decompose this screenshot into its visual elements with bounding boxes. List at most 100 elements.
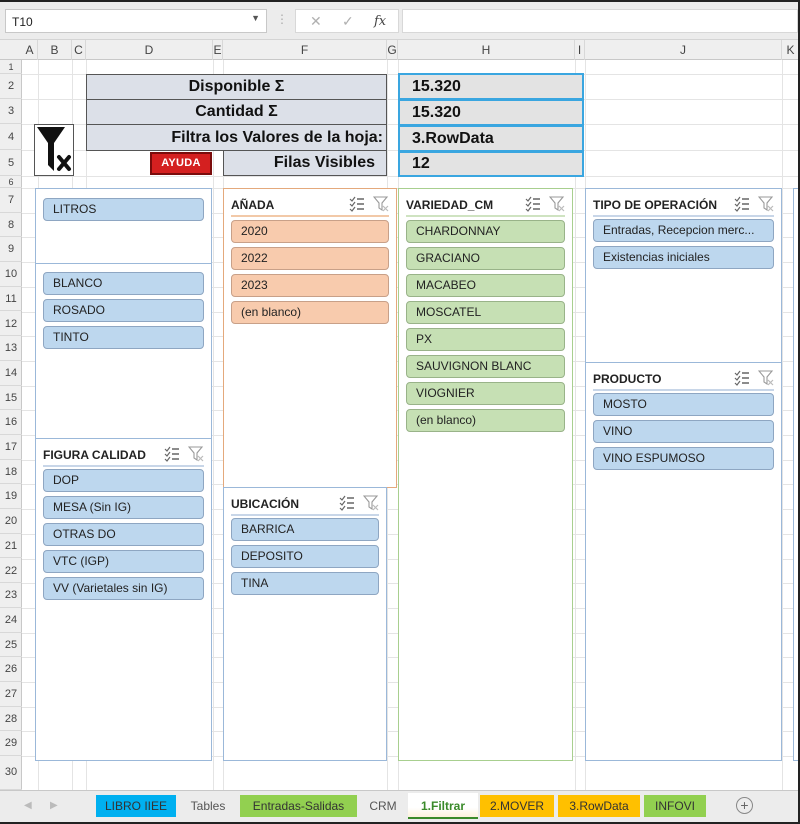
row-header[interactable]: 29 — [0, 731, 22, 757]
insert-function-icon[interactable]: fx — [374, 14, 386, 29]
column-header[interactable]: F — [223, 40, 387, 60]
column-header[interactable]: K — [782, 40, 798, 60]
slicer-item[interactable]: BARRICA — [231, 518, 379, 541]
row-header[interactable]: 3 — [0, 99, 22, 124]
slicer-item[interactable]: OTRAS DO — [43, 523, 204, 546]
slicer-item[interactable]: VINO ESPUMOSO — [593, 447, 774, 470]
filas-value-cell[interactable]: 12 — [398, 151, 584, 177]
row-header[interactable]: 30 — [0, 756, 22, 790]
slicer-item[interactable]: DOP — [43, 469, 204, 492]
column-header[interactable]: A — [22, 40, 38, 60]
multi-select-icon[interactable] — [164, 446, 180, 462]
slicer-item[interactable]: SAUVIGNON BLANC — [406, 355, 565, 378]
sheet-tab[interactable]: LIBRO IIEE — [96, 795, 176, 817]
row-header[interactable]: 22 — [0, 559, 22, 584]
clear-filter-icon[interactable] — [757, 370, 774, 386]
slicer-item[interactable]: PX — [406, 328, 565, 351]
clear-filter-icon[interactable] — [757, 196, 774, 212]
slicer-item[interactable]: TINA — [231, 572, 379, 595]
clear-filter-icon[interactable] — [362, 495, 379, 511]
sheet-tab[interactable]: 2.MOVER — [480, 795, 554, 817]
scroll-tabs-right-icon[interactable]: ▶ — [50, 800, 58, 811]
sheet-tab[interactable]: 1.Filtrar — [408, 793, 478, 819]
row-header[interactable]: 7 — [0, 188, 22, 213]
row-header[interactable]: 14 — [0, 361, 22, 386]
slicer-item[interactable]: GRACIANO — [406, 247, 565, 270]
cantidad-value-cell[interactable]: 15.320 — [398, 99, 584, 126]
multi-select-icon[interactable] — [734, 370, 750, 386]
more-options-icon[interactable]: ⋮ — [276, 12, 288, 26]
row-header[interactable]: 9 — [0, 237, 22, 263]
slicer-item[interactable]: Existencias iniciales — [593, 246, 774, 269]
slicer-item[interactable]: VTC (IGP) — [43, 550, 204, 573]
slicer-item[interactable]: ROSADO — [43, 299, 204, 322]
slicer-item[interactable]: Entradas, Recepcion merc... — [593, 219, 774, 242]
sheet-tab[interactable]: INFOVI — [644, 795, 706, 817]
multi-select-icon[interactable] — [339, 495, 355, 511]
slicer-item[interactable]: MOSTO — [593, 393, 774, 416]
column-header[interactable]: H — [398, 40, 575, 60]
row-header[interactable]: 4 — [0, 124, 22, 150]
slicer-item[interactable]: DEPOSITO — [231, 545, 379, 568]
row-header[interactable]: 18 — [0, 460, 22, 485]
column-header[interactable]: B — [38, 40, 72, 60]
row-header[interactable]: 6 — [0, 176, 22, 188]
slicer-item[interactable]: (en blanco) — [406, 409, 565, 432]
row-header[interactable]: 8 — [0, 213, 22, 238]
clear-filter-icon[interactable] — [187, 446, 204, 462]
row-header[interactable]: 10 — [0, 262, 22, 287]
row-header[interactable]: 21 — [0, 534, 22, 559]
sheet-tab[interactable]: Entradas-Salidas — [240, 795, 357, 817]
slicer-item[interactable]: 2020 — [231, 220, 389, 243]
column-header[interactable]: C — [72, 40, 86, 60]
row-header[interactable]: 20 — [0, 509, 22, 534]
column-header[interactable]: I — [575, 40, 585, 60]
filtra-value-cell[interactable]: 3.RowData — [398, 125, 584, 152]
enter-icon[interactable]: ✓ — [342, 13, 354, 30]
chevron-down-icon[interactable]: ▼ — [251, 13, 260, 23]
row-header[interactable]: 23 — [0, 583, 22, 608]
column-header[interactable]: G — [387, 40, 398, 60]
slicer-item[interactable]: MESA (Sin IG) — [43, 496, 204, 519]
clear-filter-button[interactable] — [34, 124, 74, 176]
clear-filter-icon[interactable] — [372, 196, 389, 212]
slicer-item[interactable]: CHARDONNAY — [406, 220, 565, 243]
name-box[interactable]: T10 ▼ — [5, 9, 267, 33]
multi-select-icon[interactable] — [734, 196, 750, 212]
column-header[interactable]: D — [86, 40, 213, 60]
slicer-item[interactable]: VV (Varietales sin IG) — [43, 577, 204, 600]
row-header[interactable]: 27 — [0, 682, 22, 707]
slicer-item[interactable]: BLANCO — [43, 272, 204, 295]
clear-filter-icon[interactable] — [548, 196, 565, 212]
row-header[interactable]: 19 — [0, 484, 22, 510]
add-sheet-icon[interactable]: + — [736, 797, 753, 814]
sheet-tab[interactable]: Tables — [181, 795, 235, 817]
slicer-item[interactable]: VIOGNIER — [406, 382, 565, 405]
cancel-icon[interactable]: ✕ — [310, 13, 322, 30]
column-header[interactable]: J — [585, 40, 782, 60]
row-header[interactable]: 1 — [0, 60, 22, 74]
row-header[interactable]: 24 — [0, 608, 22, 633]
slicer-item[interactable]: 2023 — [231, 274, 389, 297]
row-header[interactable]: 5 — [0, 150, 22, 176]
sheet-tab[interactable]: 3.RowData — [558, 795, 640, 817]
multi-select-icon[interactable] — [349, 196, 365, 212]
multi-select-icon[interactable] — [525, 196, 541, 212]
slicer-item[interactable]: MOSCATEL — [406, 301, 565, 324]
row-header[interactable]: 25 — [0, 633, 22, 658]
ayuda-button[interactable]: AYUDA — [150, 152, 212, 175]
row-header[interactable]: 2 — [0, 74, 22, 99]
row-header[interactable]: 13 — [0, 336, 22, 361]
slicer-item[interactable]: 2022 — [231, 247, 389, 270]
row-header[interactable]: 11 — [0, 287, 22, 312]
row-header[interactable]: 26 — [0, 657, 22, 682]
formula-input[interactable] — [402, 9, 798, 33]
slicer-item[interactable]: VINO — [593, 420, 774, 443]
row-header[interactable]: 16 — [0, 410, 22, 435]
slicer-item[interactable]: (en blanco) — [231, 301, 389, 324]
sheet-tab[interactable]: CRM — [360, 795, 406, 817]
disponible-value-cell[interactable]: 15.320 — [398, 73, 584, 100]
slicer-item[interactable]: LITROS — [43, 198, 204, 221]
row-header[interactable]: 28 — [0, 707, 22, 732]
column-header[interactable]: E — [213, 40, 223, 60]
